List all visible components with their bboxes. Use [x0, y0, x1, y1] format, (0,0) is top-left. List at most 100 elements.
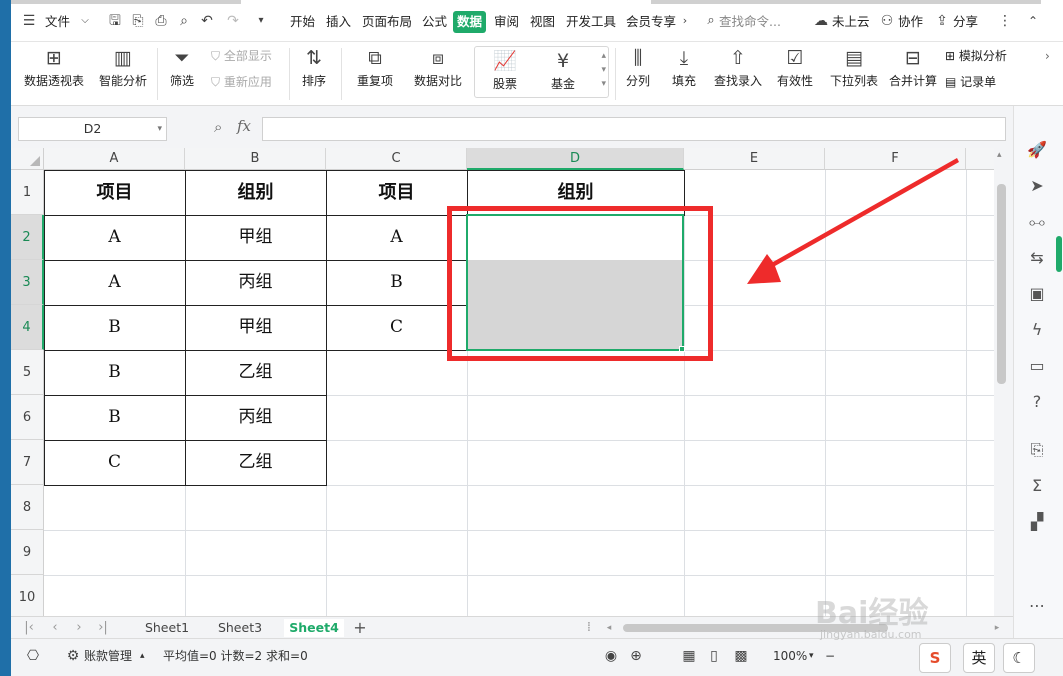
cell-b6[interactable]: 丙组 — [185, 395, 326, 440]
record-form-button[interactable]: ▤ 记录单 — [945, 72, 996, 92]
duplicates-button[interactable]: ⧉ 重复项 — [351, 42, 399, 102]
page-layout-view-icon[interactable]: ▯ — [704, 645, 724, 667]
cell-c2[interactable]: A — [326, 215, 467, 260]
settings-slider-icon[interactable]: ⧟ — [1025, 210, 1049, 234]
page-break-view-icon[interactable]: ▩ — [731, 645, 751, 667]
row-header-9[interactable]: 9 — [11, 530, 44, 575]
share-button[interactable]: 分享 — [953, 11, 978, 33]
help-icon[interactable]: ? — [1025, 390, 1049, 414]
add-sheet-icon[interactable]: + — [352, 619, 368, 637]
split-column-button[interactable]: ⫼ 分列 — [621, 42, 655, 102]
zoom-out-icon[interactable]: − — [825, 645, 835, 667]
vertical-scroll-thumb[interactable] — [997, 184, 1006, 384]
cell-a7[interactable]: C — [44, 440, 185, 485]
row-header-7[interactable]: 7 — [11, 440, 44, 485]
header-cell-b1[interactable]: 组别 — [185, 170, 326, 215]
reapply-button[interactable]: ⛉ 重新应用 — [211, 72, 272, 92]
row-header-3[interactable]: 3 — [11, 260, 44, 305]
sum-icon[interactable]: Σ — [1025, 474, 1049, 498]
redo-icon[interactable]: ↷ — [223, 11, 243, 31]
zoom-dropdown-icon[interactable]: ▾ — [809, 645, 814, 667]
row-header-4[interactable]: 4 — [11, 305, 44, 350]
formula-input[interactable] — [262, 117, 1006, 141]
chevron-up-icon[interactable]: ▴ — [140, 645, 145, 667]
chevron-down-icon[interactable]: ⌵ — [75, 11, 95, 31]
data-compare-button[interactable]: ⧈ 数据对比 — [408, 42, 468, 102]
undo-icon[interactable]: ↶ — [197, 11, 217, 31]
sheet-tab-sheet1[interactable]: Sheet1 — [138, 619, 196, 637]
tab-data[interactable]: 数据 — [453, 11, 487, 33]
cell-c4[interactable]: C — [326, 305, 467, 350]
sogou-icon[interactable]: S — [919, 643, 951, 673]
zoom-icon[interactable]: ⌕ — [214, 118, 222, 136]
cell-a3[interactable]: A — [44, 260, 185, 305]
spreadsheet-grid[interactable]: A B C D E F 1 2 3 4 5 6 7 8 9 10 项目 组别 A… — [11, 148, 994, 616]
cell-c3[interactable]: B — [326, 260, 467, 305]
tab-insert[interactable]: 插入 — [326, 11, 351, 33]
function-icon[interactable]: fx — [237, 117, 251, 135]
collapse-ribbon-icon[interactable]: ⌃ — [1023, 11, 1043, 31]
splitter-icon[interactable]: ⁞ — [581, 619, 597, 637]
validity-button[interactable]: ☑ 有效性 — [772, 42, 818, 102]
book-icon[interactable]: ▭ — [1025, 354, 1049, 378]
share-doc-icon[interactable]: ⎘ — [1025, 438, 1049, 462]
first-sheet-icon[interactable]: |‹ — [21, 619, 37, 637]
tab-formula[interactable]: 公式 — [422, 11, 447, 33]
ribbon-scroll-right-icon[interactable]: › — [1045, 46, 1050, 66]
file-menu[interactable]: 文件 — [45, 11, 70, 33]
cell-b2[interactable]: 甲组 — [185, 215, 326, 260]
cell-a2[interactable]: A — [44, 215, 185, 260]
save-icon[interactable]: 🖫 — [105, 11, 125, 31]
cell-b3[interactable]: 丙组 — [185, 260, 326, 305]
sheet-tab-sheet4[interactable]: Sheet4 — [284, 619, 344, 637]
last-sheet-icon[interactable]: ›| — [95, 619, 111, 637]
panel-scroll-indicator[interactable] — [1056, 236, 1062, 272]
smart-analysis-button[interactable]: ▥ 智能分析 — [94, 42, 152, 102]
column-header-b[interactable]: B — [185, 148, 326, 170]
more-icon[interactable]: ⋮ — [995, 11, 1015, 31]
scroll-right-icon[interactable]: ▸ — [989, 619, 1005, 637]
name-box[interactable]: D2 ▾ — [18, 117, 167, 141]
simulate-analysis-button[interactable]: ⊞ 模拟分析 — [945, 46, 1007, 66]
quick-access-dropdown-icon[interactable]: ▾ — [251, 11, 271, 31]
tab-review[interactable]: 审阅 — [494, 11, 519, 33]
normal-view-icon[interactable]: ▦ — [679, 645, 699, 667]
column-header-c[interactable]: C — [326, 148, 467, 170]
filter-button[interactable]: ⏷ 筛选 — [164, 42, 200, 102]
print-icon[interactable]: ⎙ — [151, 11, 171, 31]
image-tools-icon[interactable]: ▣ — [1025, 282, 1049, 306]
chevron-right-icon[interactable]: › — [675, 11, 695, 31]
export-icon[interactable]: ⎘ — [128, 11, 148, 31]
vertical-scrollbar[interactable]: ▴ — [994, 148, 1011, 616]
more-icon[interactable]: ⋯ — [1025, 594, 1049, 618]
scroll-up-icon[interactable]: ▴ — [997, 150, 1002, 160]
show-all-button[interactable]: ⛉ 全部显示 — [211, 46, 272, 66]
prev-sheet-icon[interactable]: ‹ — [47, 619, 63, 637]
cell-b5[interactable]: 乙组 — [185, 350, 326, 395]
sort-button[interactable]: ⇅ 排序 — [295, 42, 333, 102]
cell-a4[interactable]: B — [44, 305, 185, 350]
macro-icon[interactable]: ⎔ — [23, 645, 43, 667]
header-cell-c1[interactable]: 项目 — [326, 170, 467, 215]
pivot-table-button[interactable]: ⊞ 数据透视表 — [19, 42, 89, 102]
row-header-6[interactable]: 6 — [11, 395, 44, 440]
row-header-10[interactable]: 10 — [11, 575, 44, 616]
next-sheet-icon[interactable]: › — [71, 619, 87, 637]
select-all-corner[interactable] — [11, 148, 44, 170]
transpose-icon[interactable]: ⇆ — [1025, 246, 1049, 270]
moon-icon[interactable]: ☾ — [1003, 643, 1035, 673]
hamburger-icon[interactable]: ☰ — [19, 11, 39, 31]
dropdown-list-button[interactable]: ▤ 下拉列表 — [828, 42, 880, 102]
cursor-select-icon[interactable]: ➤ — [1025, 174, 1049, 198]
lightning-icon[interactable]: ϟ — [1025, 318, 1049, 342]
cell-b7[interactable]: 乙组 — [185, 440, 326, 485]
merge-calc-button[interactable]: ⊟ 合并计算 — [887, 42, 939, 102]
row-header-1[interactable]: 1 — [11, 170, 44, 215]
tab-page-layout[interactable]: 页面布局 — [362, 11, 412, 33]
header-cell-a1[interactable]: 项目 — [44, 170, 185, 215]
column-header-a[interactable]: A — [44, 148, 185, 170]
ime-language-toggle[interactable]: 英 — [963, 643, 995, 673]
row-header-5[interactable]: 5 — [11, 350, 44, 395]
print-preview-icon[interactable]: ⌕ — [174, 11, 194, 31]
column-header-d[interactable]: D — [467, 148, 684, 170]
